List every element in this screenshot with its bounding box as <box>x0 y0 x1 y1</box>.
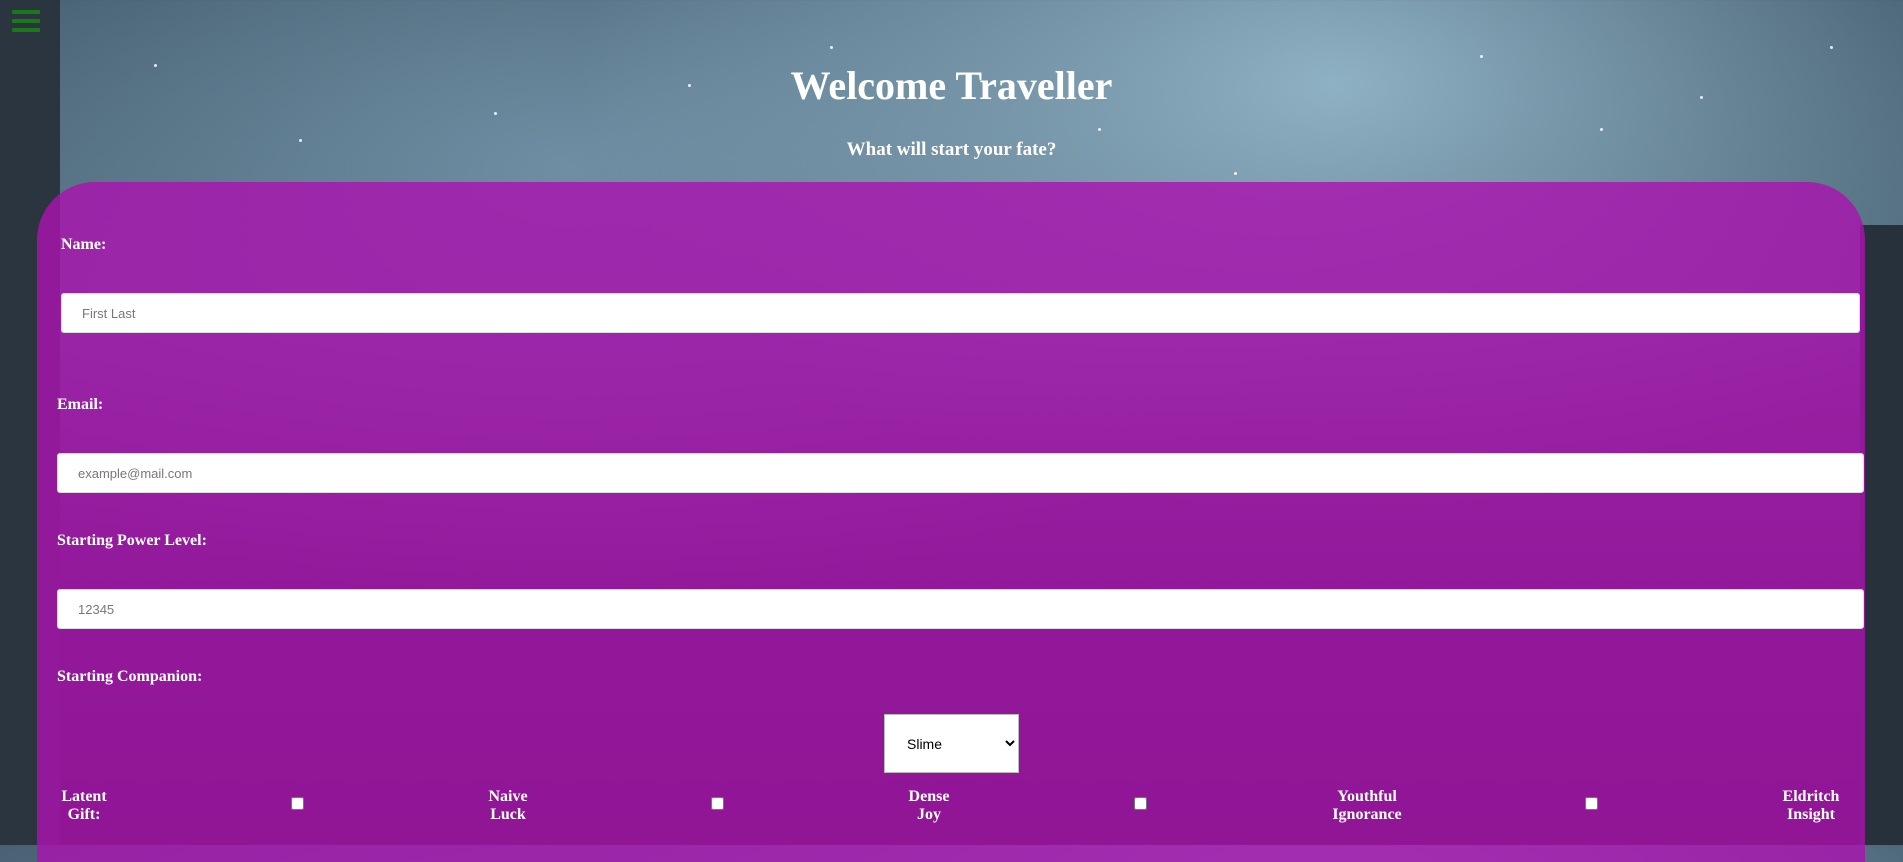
trait-label-line: Luck <box>490 806 526 823</box>
email-label: Email: <box>57 396 104 413</box>
power-level-label: Starting Power Level: <box>57 532 207 549</box>
name-label: Name: <box>61 236 107 253</box>
trait-checkbox-dense-joy[interactable] <box>1134 797 1147 810</box>
trait-checkbox-naive-luck[interactable] <box>711 797 724 810</box>
trait-label-line: Latent <box>61 788 107 805</box>
trait-label-line: Insight <box>1786 806 1836 823</box>
trait-label-line: Eldritch <box>1782 788 1840 805</box>
star <box>1480 55 1483 58</box>
trait-label-latent-gift: Latent Gift: <box>56 788 112 824</box>
companion-select[interactable]: Slime <box>884 714 1019 773</box>
trait-label-line: Ignorance <box>1332 806 1402 823</box>
trait-label-eldritch-insight: Eldritch Insight <box>1774 788 1848 824</box>
trait-label-line: Dense <box>908 788 950 805</box>
companion-label: Starting Companion: <box>57 668 203 685</box>
trait-label-line: Joy <box>917 806 941 823</box>
trait-checkbox-youthful-ignorance[interactable] <box>1585 797 1598 810</box>
trait-label-naive-luck: Naive Luck <box>478 788 538 824</box>
star <box>494 112 497 115</box>
star <box>1830 46 1833 49</box>
star <box>1098 128 1101 131</box>
star <box>830 46 833 49</box>
email-input[interactable] <box>57 453 1864 493</box>
power-level-input[interactable] <box>57 589 1864 629</box>
page-title: Welcome Traveller <box>790 63 1113 108</box>
trait-label-youthful-ignorance: Youthful Ignorance <box>1323 788 1411 824</box>
page-subtitle: What will start your fate? <box>846 139 1057 160</box>
trait-label-line: Gift: <box>67 806 101 823</box>
trait-label-line: Youthful <box>1337 788 1397 805</box>
trait-label-dense-joy: Dense Joy <box>899 788 959 824</box>
hamburger-menu-icon[interactable] <box>12 10 40 36</box>
name-input[interactable] <box>61 293 1860 333</box>
star <box>1600 128 1603 131</box>
trait-label-line: Naive <box>488 788 528 805</box>
castle-tower <box>1860 225 1903 845</box>
trait-checkbox-latent-gift[interactable] <box>291 797 304 810</box>
star <box>1234 172 1237 175</box>
